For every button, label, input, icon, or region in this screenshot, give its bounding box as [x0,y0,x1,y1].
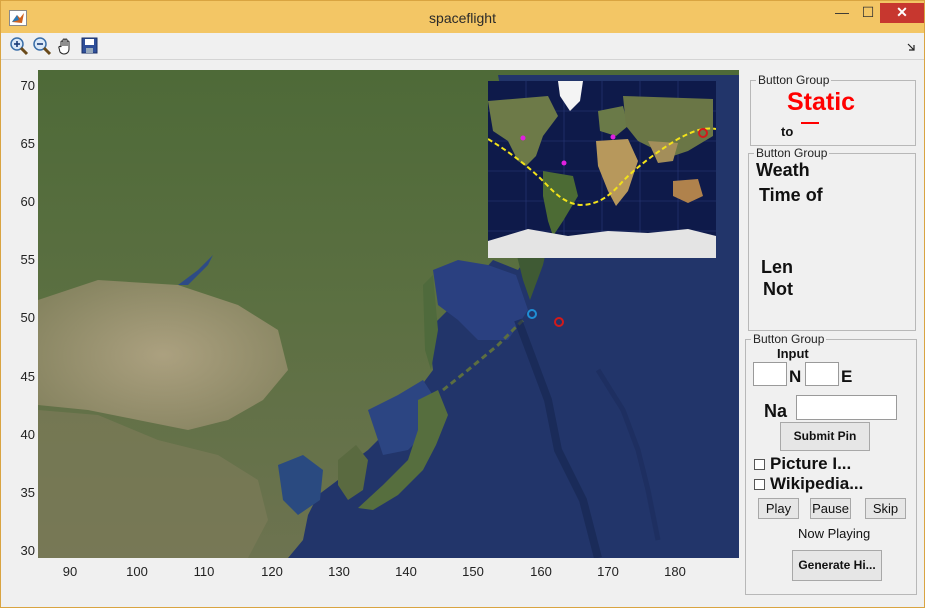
length-label: Len [761,257,794,277]
longitude-input[interactable] [805,362,839,386]
name-input[interactable] [796,395,897,420]
save-icon[interactable] [80,36,100,56]
east-label: E [841,367,853,386]
zoom-in-icon[interactable] [9,36,29,56]
y-tick-label: 30 [20,543,35,558]
play-button[interactable]: Play [758,498,799,519]
pin-marker [561,160,567,166]
y-tick-label: 70 [20,78,35,93]
group-label: Button Group [756,73,832,87]
x-tick-label: 90 [62,564,78,579]
window-title: spaceflight [429,10,496,26]
y-tick-label: 60 [20,194,35,209]
skip-button[interactable]: Skip [865,498,906,519]
y-tick-label: 65 [20,136,35,151]
weather-label: Weath [756,160,810,180]
submit-pin-button[interactable]: Submit Pin [780,422,870,451]
x-tick-label: 110 [193,564,215,579]
dock-arrow-icon[interactable] [906,36,918,56]
y-tick-label: 45 [20,369,35,384]
x-tick-label: 170 [597,564,619,579]
figure-toolbar [1,33,924,60]
x-tick-label: 130 [328,564,350,579]
notes-label: Not [763,279,793,299]
north-label: N [789,367,802,386]
title-bar[interactable]: spaceflight — ☐ ✕ [1,1,924,33]
wikipedia-checkbox[interactable] [754,479,765,490]
zoom-out-icon[interactable] [32,36,52,56]
picture-label: Picture I... [770,454,852,473]
name-label: Na [764,401,788,421]
latitude-input[interactable] [753,362,787,386]
pause-button[interactable]: Pause [810,498,851,519]
maximize-button[interactable]: ☐ [854,3,882,23]
y-tick-label: 40 [20,427,35,442]
input-label: Input [777,346,809,361]
group-label: Button Group [751,332,827,346]
close-button[interactable]: ✕ [880,3,924,23]
y-tick-label: 50 [20,310,35,325]
picture-checkbox[interactable] [754,459,765,470]
pin-marker [610,134,616,140]
time-of-label: Time of [759,185,823,205]
status-text: Static [787,88,856,116]
minimize-button[interactable]: — [828,3,856,23]
x-tick-label: 100 [126,564,148,579]
x-tick-label: 160 [530,564,552,579]
world-overview-map[interactable] [488,81,716,258]
generate-button[interactable]: Generate Hi... [792,550,882,581]
status-underline [801,122,819,124]
y-tick-label: 35 [20,485,35,500]
wikipedia-label: Wikipedia... [770,474,864,493]
y-tick-label: 55 [20,252,35,267]
x-tick-label: 140 [395,564,417,579]
to-label: to [781,124,794,139]
now-playing-label: Now Playing [798,526,871,541]
pin-marker [520,135,526,141]
x-tick-label: 120 [261,564,283,579]
group-label: Button Group [754,146,830,160]
x-tick-label: 180 [664,564,686,579]
x-tick-label: 150 [462,564,484,579]
pan-hand-icon[interactable] [56,36,76,56]
app-window: spaceflight — ☐ ✕ 70 65 60 55 50 45 40 3… [0,0,925,608]
